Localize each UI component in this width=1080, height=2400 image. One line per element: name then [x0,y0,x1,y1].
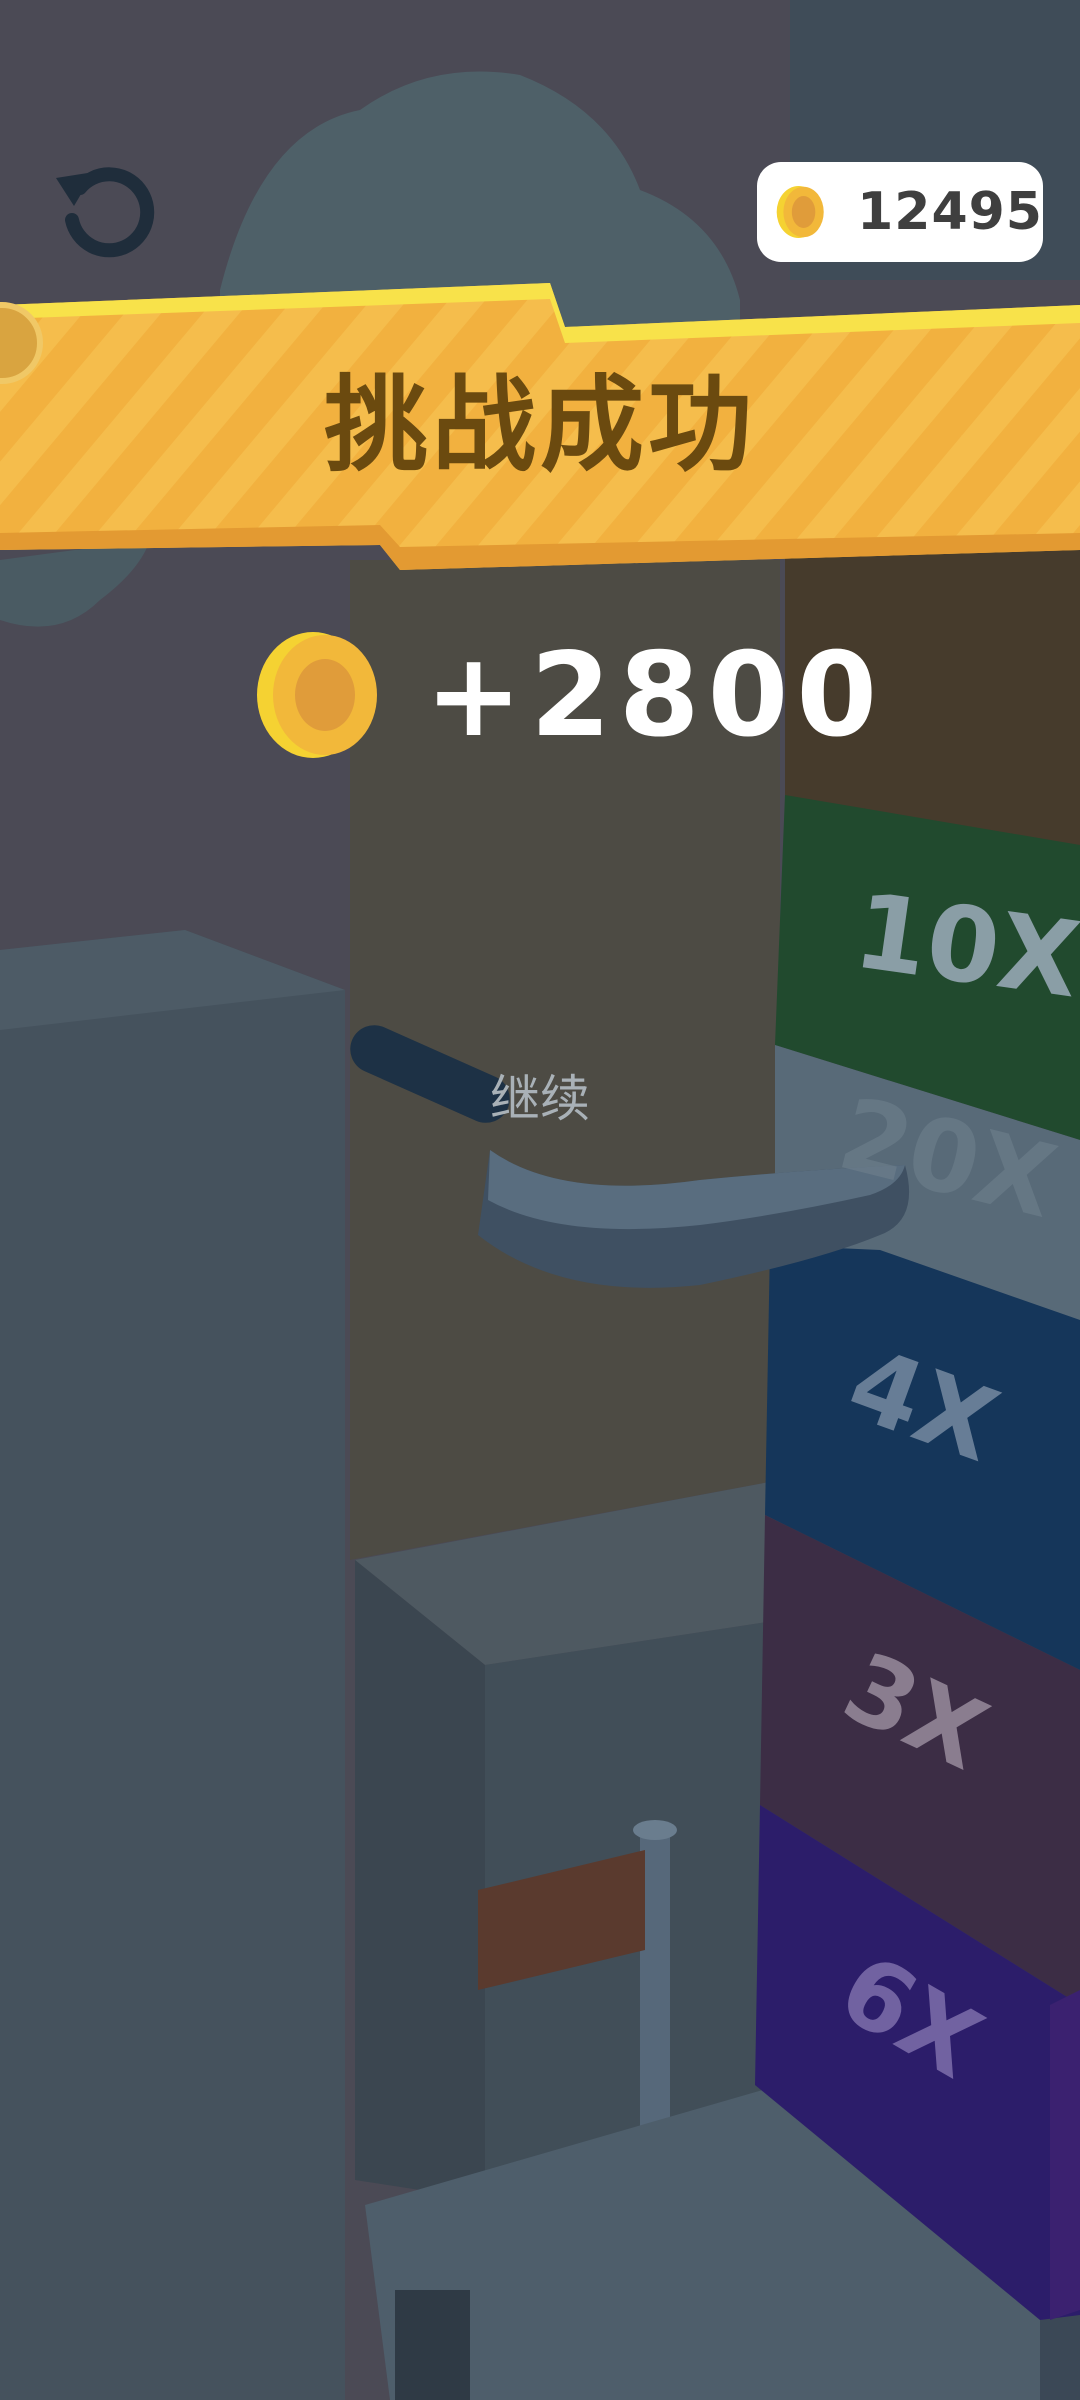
coin-icon [257,632,377,758]
restart-icon [56,167,155,258]
left-pillar [0,930,345,2400]
result-title: 挑战成功 [323,364,756,486]
restart-button[interactable] [50,150,160,260]
multiplier-10x: 10X [847,869,1080,1022]
reward-amount: +2800 [425,627,886,763]
reward-row: +2800 [255,627,886,763]
coin-icon [776,185,824,239]
coin-count: 12495 [857,182,1043,242]
continue-button[interactable]: 继续 [470,1060,610,1130]
coin-counter: 12495 [757,162,1043,262]
